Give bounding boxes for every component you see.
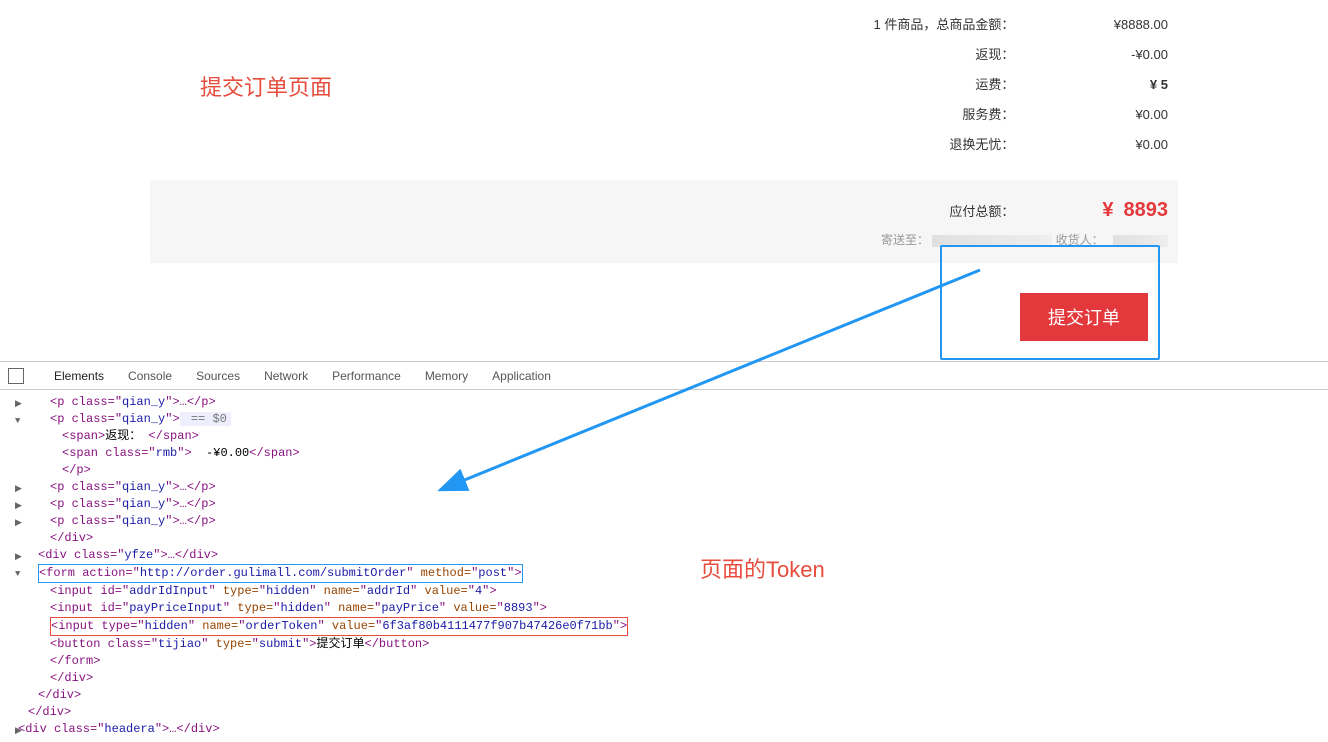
items-count-label: 1 件商品，总商品金额：	[874, 10, 1015, 40]
return-label: 退换无忧：	[949, 130, 1014, 160]
dom-node[interactable]: </div>	[0, 704, 1328, 721]
dom-node[interactable]: <p class="qian_y">…</p>	[0, 496, 1328, 513]
cashback-label: 返现：	[975, 40, 1014, 70]
tab-sources[interactable]: Sources	[184, 362, 252, 390]
service-label: 服务费：	[962, 100, 1014, 130]
dom-node[interactable]: </div>	[0, 530, 1328, 547]
tab-network[interactable]: Network	[252, 362, 320, 390]
tab-console[interactable]: Console	[116, 362, 184, 390]
items-total-value: ¥8888.00	[1058, 10, 1168, 40]
address-row: 寄送至： 收货人：	[160, 231, 1168, 248]
dom-node[interactable]: <div class="headera">…</div>	[0, 721, 1328, 738]
summary-row-return: 退换无忧： ¥0.00	[150, 130, 1168, 160]
dom-node-input[interactable]: <input id="addrIdInput" type="hidden" na…	[0, 583, 1328, 600]
dom-node-form-highlighted[interactable]: <form action="http://order.gulimall.com/…	[0, 564, 1328, 583]
return-value: ¥0.00	[1058, 130, 1168, 160]
dom-node[interactable]: <span class="rmb"> -¥0.00</span>	[0, 445, 1328, 462]
tab-memory[interactable]: Memory	[413, 362, 480, 390]
dom-node[interactable]: <span>返现： </span>	[0, 428, 1328, 445]
shipping-label: 运费：	[975, 70, 1014, 100]
tab-elements[interactable]: Elements	[42, 362, 116, 390]
receiver-redacted	[1113, 235, 1168, 247]
dom-node[interactable]: </div>	[0, 670, 1328, 687]
summary-row-items: 1 件商品，总商品金额： ¥8888.00	[150, 10, 1168, 40]
dom-node[interactable]: <p class="qian_y">…</p>	[0, 513, 1328, 530]
total-value: ¥8893	[1058, 195, 1168, 225]
dom-node-selected[interactable]: <p class="qian_y"> == $0	[0, 411, 1328, 428]
tab-application[interactable]: Application	[480, 362, 563, 390]
tab-performance[interactable]: Performance	[320, 362, 413, 390]
submit-order-button[interactable]: 提交订单	[1020, 293, 1148, 341]
dom-node-button[interactable]: <button class="tijiao" type="submit">提交订…	[0, 636, 1328, 653]
annotation-submit-page-label: 提交订单页面	[200, 70, 332, 102]
dom-node[interactable]: <div class="yfze">…</div>	[0, 547, 1328, 564]
total-label: 应付总额：	[949, 197, 1014, 227]
service-value: ¥0.00	[1058, 100, 1168, 130]
dom-node[interactable]: <p class="qian_y">…</p>	[0, 394, 1328, 411]
dom-node-token-highlighted[interactable]: <input type="hidden" name="orderToken" v…	[0, 617, 1328, 636]
inspect-icon[interactable]	[8, 368, 24, 384]
devtools-tabs: Elements Console Sources Network Perform…	[0, 362, 1328, 390]
dom-node[interactable]: </form>	[0, 653, 1328, 670]
total-box: 应付总额： ¥8893 寄送至： 收货人：	[150, 180, 1178, 263]
dom-node[interactable]: <p class="qian_y">…</p>	[0, 479, 1328, 496]
shipping-value: ¥ 5	[1058, 70, 1168, 100]
devtools-panel: Elements Console Sources Network Perform…	[0, 361, 1328, 742]
summary-row-service: 服务费： ¥0.00	[150, 100, 1168, 130]
receiver-label: 收货人：	[1056, 233, 1104, 247]
dom-node-input[interactable]: <input id="payPriceInput" type="hidden" …	[0, 600, 1328, 617]
summary-row-cashback: 返现： -¥0.00	[150, 40, 1168, 70]
dom-node[interactable]: </div>	[0, 687, 1328, 704]
deliver-to-label: 寄送至：	[881, 233, 929, 247]
dom-node[interactable]: </p>	[0, 462, 1328, 479]
address-redacted	[932, 235, 1052, 247]
dom-tree[interactable]: <p class="qian_y">…</p> <p class="qian_y…	[0, 390, 1328, 742]
cashback-value: -¥0.00	[1058, 40, 1168, 70]
